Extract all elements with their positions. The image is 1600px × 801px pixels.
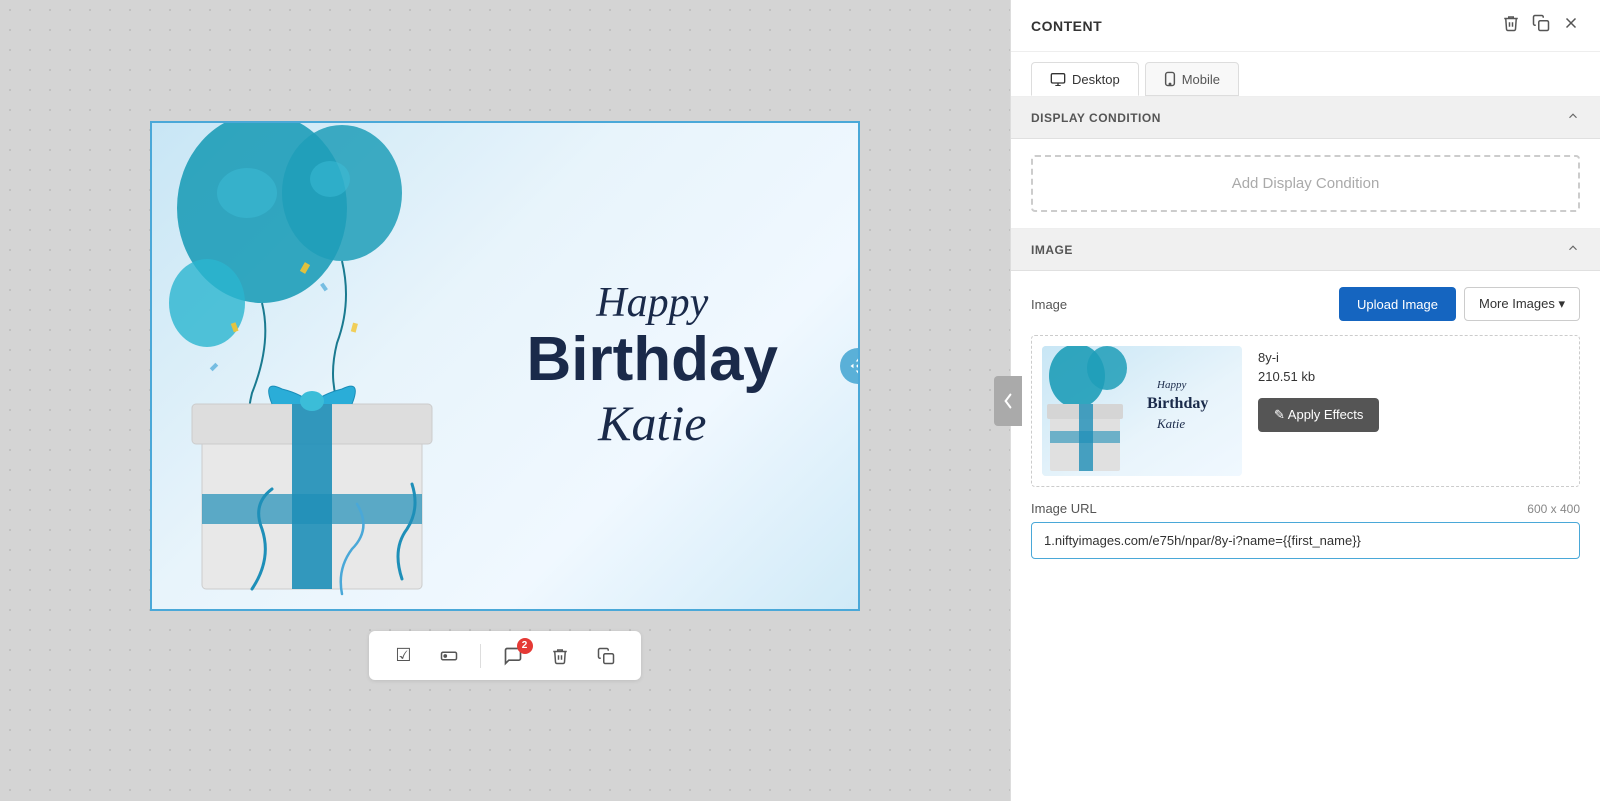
happy-text: Happy <box>527 280 778 326</box>
preview-filename: 8y-i <box>1258 350 1379 365</box>
canvas-area: Happy Birthday Katie ☑ 2 <box>0 0 1010 801</box>
birthday-image: Happy Birthday Katie <box>152 123 858 609</box>
image-preview-area: Happy Birthday Katie 8y-i 210.51 kb ✎ Ap… <box>1031 335 1580 487</box>
display-condition-area: Add Display Condition <box>1011 139 1600 229</box>
panel-header: CONTENT <box>1011 0 1600 52</box>
tab-mobile[interactable]: Mobile <box>1145 62 1239 96</box>
svg-text:Birthday: Birthday <box>1147 395 1208 412</box>
birthday-text: Birthday <box>527 326 778 394</box>
check-icon[interactable]: ☑ <box>389 641 417 670</box>
display-condition-chevron <box>1566 109 1580 126</box>
gift-box-decoration <box>172 319 472 599</box>
panel-collapse-handle[interactable] <box>994 376 1022 426</box>
image-control-row: Image Upload Image More Images ▾ <box>1031 287 1580 321</box>
url-label: Image URL <box>1031 501 1097 516</box>
image-action-buttons: Upload Image More Images ▾ <box>1339 287 1580 321</box>
delete-toolbar-icon[interactable] <box>545 643 575 669</box>
preview-info: 8y-i 210.51 kb ✎ Apply Effects <box>1258 346 1379 476</box>
image-container: Happy Birthday Katie <box>150 121 860 611</box>
image-section-content: Image Upload Image More Images ▾ <box>1011 271 1600 575</box>
tag-icon[interactable] <box>434 643 464 669</box>
comment-badge: 2 <box>517 638 533 654</box>
header-close-icon[interactable] <box>1562 14 1580 37</box>
image-section-chevron <box>1566 241 1580 258</box>
header-delete-icon[interactable] <box>1502 14 1520 37</box>
url-row-header: Image URL 600 x 400 <box>1031 501 1580 516</box>
header-copy-icon[interactable] <box>1532 14 1550 37</box>
panel-header-actions <box>1502 14 1580 37</box>
right-panel: CONTENT <box>1010 0 1600 801</box>
image-field-label: Image <box>1031 297 1067 312</box>
svg-text:Happy: Happy <box>1156 379 1186 391</box>
element-toolbar: ☑ 2 <box>369 631 640 680</box>
panel-title: CONTENT <box>1031 18 1102 34</box>
apply-effects-button[interactable]: ✎ Apply Effects <box>1258 398 1379 432</box>
image-section-header[interactable]: IMAGE <box>1011 229 1600 271</box>
display-condition-section-header[interactable]: DISPLAY CONDITION <box>1011 97 1600 139</box>
preview-thumbnail: Happy Birthday Katie <box>1042 346 1242 476</box>
thumbnail-image: Happy Birthday Katie <box>1042 346 1242 476</box>
comment-icon[interactable]: 2 <box>497 642 529 670</box>
image-url-input[interactable] <box>1031 522 1580 559</box>
view-tabs: Desktop Mobile <box>1011 52 1600 97</box>
preview-size: 210.51 kb <box>1258 369 1379 384</box>
toolbar-divider <box>480 644 481 668</box>
add-display-condition-button[interactable]: Add Display Condition <box>1031 155 1580 212</box>
katie-text: Katie <box>527 394 778 452</box>
upload-image-button[interactable]: Upload Image <box>1339 287 1456 321</box>
birthday-text-overlay: Happy Birthday Katie <box>527 280 778 452</box>
right-panel-wrapper: CONTENT <box>1010 0 1600 801</box>
tab-desktop[interactable]: Desktop <box>1031 62 1139 96</box>
svg-text:Katie: Katie <box>1156 416 1185 431</box>
display-condition-title: DISPLAY CONDITION <box>1031 111 1161 125</box>
more-images-button[interactable]: More Images ▾ <box>1464 287 1580 321</box>
duplicate-toolbar-icon[interactable] <box>591 643 621 669</box>
url-dimensions: 600 x 400 <box>1527 502 1580 516</box>
image-section-title: IMAGE <box>1031 243 1073 257</box>
image-url-section: Image URL 600 x 400 <box>1031 501 1580 559</box>
